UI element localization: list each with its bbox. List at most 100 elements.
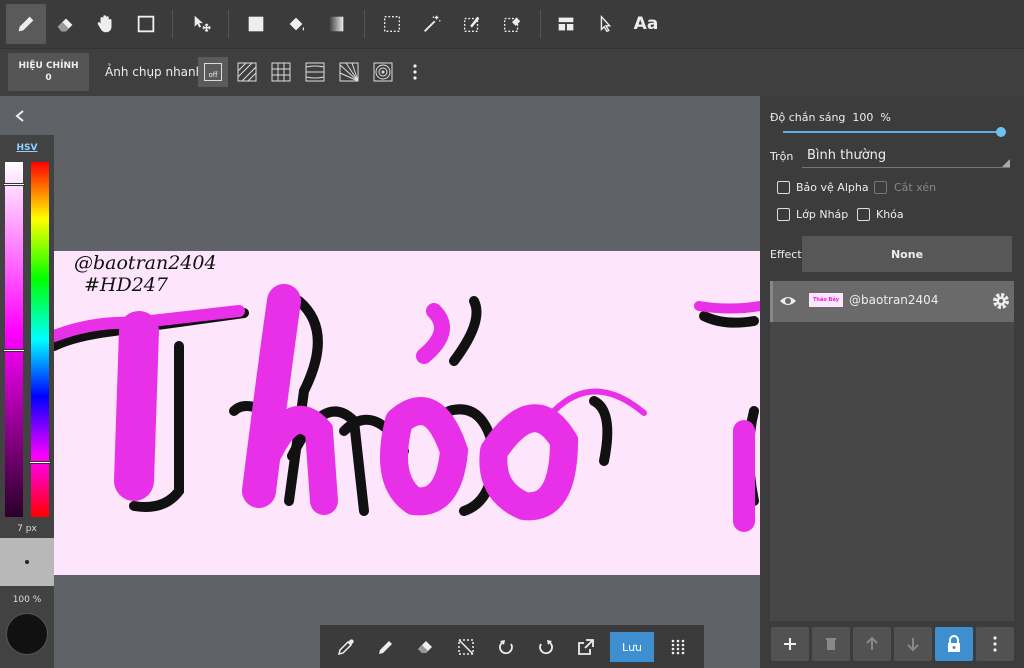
snap-grid-button[interactable]	[266, 57, 296, 87]
effect-button[interactable]: None	[802, 236, 1012, 272]
more-options-button[interactable]	[400, 57, 430, 87]
trash-icon	[826, 638, 836, 650]
saturation-slider[interactable]	[5, 162, 23, 517]
brush-size-label: 7 px	[17, 524, 37, 534]
redo-button[interactable]	[530, 631, 562, 663]
pen-tool-button[interactable]	[6, 4, 46, 44]
snap-circle-button[interactable]	[368, 57, 398, 87]
clipping-label: Cắt xén	[894, 181, 937, 194]
opacity-value: 100	[852, 111, 874, 124]
select-rect-tool-button[interactable]	[372, 4, 412, 44]
rectangle-tool-button[interactable]	[126, 4, 166, 44]
opacity-label: Độ chắn sáng	[770, 111, 846, 124]
opacity-row: Độ chắn sáng 100 %	[770, 111, 891, 124]
current-color-swatch[interactable]	[6, 613, 48, 655]
draft-layer-label: Lớp Nháp	[796, 208, 849, 221]
select-tool-button[interactable]	[586, 4, 626, 44]
export-button[interactable]	[570, 631, 602, 663]
collapse-panel-icon[interactable]	[10, 108, 30, 124]
hand-icon	[97, 15, 112, 33]
more-vertical-icon	[413, 64, 417, 80]
layer-tool-button[interactable]	[546, 4, 586, 44]
protect-alpha-checkbox[interactable]	[777, 181, 790, 194]
letter-stroke	[479, 404, 579, 521]
hue-marker[interactable]	[29, 461, 51, 464]
select-eraser-tool-button[interactable]	[492, 4, 532, 44]
parallel-lines-icon	[237, 62, 257, 82]
protect-alpha-label: Bảo vệ Alpha	[796, 181, 869, 194]
snapshot-label: Ảnh chụp nhanh	[105, 65, 204, 79]
move-layer-down-button[interactable]	[894, 627, 932, 661]
eraser-tool-button[interactable]	[46, 4, 86, 44]
paint-bucket-icon	[289, 17, 305, 31]
delete-layer-button[interactable]	[812, 627, 850, 661]
snap-off-button[interactable]: off	[198, 57, 228, 87]
lock-checkbox[interactable]	[857, 208, 870, 221]
layer-thumbnail: Thảo Bảy	[809, 293, 843, 307]
fill-color-tool-button[interactable]	[236, 4, 276, 44]
selection-pen-icon	[463, 16, 480, 33]
transform-tool-button[interactable]	[182, 4, 222, 44]
eye-icon[interactable]	[779, 293, 797, 309]
saturation-marker-top[interactable]	[3, 183, 25, 186]
deselect-icon	[458, 639, 474, 655]
add-layer-button[interactable]	[771, 627, 809, 661]
gradient-tool-button[interactable]	[316, 4, 356, 44]
signature-hashtag: #HD247	[84, 274, 169, 296]
deselect-button[interactable]	[450, 631, 482, 663]
tool-options-bar: HIỆU CHỈNH 0 Ảnh chụp nhanh off	[0, 48, 1024, 96]
letter-stroke	[114, 311, 159, 501]
hand-tool-button[interactable]	[86, 4, 126, 44]
opacity-slider[interactable]	[783, 131, 1001, 133]
undo-button[interactable]	[490, 631, 522, 663]
menu-grid-button[interactable]	[662, 631, 694, 663]
pencil-icon	[18, 16, 34, 32]
saturation-marker[interactable]	[3, 349, 25, 352]
eraser-icon	[418, 641, 432, 653]
artwork-canvas[interactable]: @baotran2404 #HD247	[54, 251, 760, 575]
snap-radial-button[interactable]	[334, 57, 364, 87]
horizontal-lines-icon	[305, 62, 325, 82]
undo-icon	[499, 640, 513, 655]
shadow-stroke	[449, 296, 482, 366]
layer-item[interactable]: Thảo Bảy @baotran2404	[770, 281, 1014, 322]
letter-stroke	[380, 397, 469, 516]
more-vertical-icon	[993, 636, 997, 652]
blend-underline	[802, 167, 1010, 168]
grid-icon	[271, 62, 291, 82]
lock-layer-button[interactable]	[935, 627, 973, 661]
snap-parallel-button[interactable]	[232, 57, 262, 87]
quick-pen-button[interactable]	[370, 631, 402, 663]
dashed-selection-icon	[383, 15, 401, 33]
magic-wand-tool-button[interactable]	[412, 4, 452, 44]
selection-eraser-icon	[503, 17, 521, 33]
layer-more-button[interactable]	[976, 627, 1014, 661]
toolbar-divider	[364, 10, 365, 38]
brush-size-preview[interactable]	[0, 538, 54, 586]
snap-off-icon: off	[204, 63, 222, 81]
quick-eraser-button[interactable]	[410, 631, 442, 663]
color-panel: HSV 7 px 100 %	[0, 135, 54, 668]
bucket-tool-button[interactable]	[276, 4, 316, 44]
effect-label: Effect	[770, 248, 802, 261]
adjust-button[interactable]: HIỆU CHỈNH 0	[8, 53, 89, 91]
snap-perspective-button[interactable]	[300, 57, 330, 87]
select-pen-tool-button[interactable]	[452, 4, 492, 44]
redo-icon	[539, 640, 553, 655]
blend-mode-select[interactable]: Bình thường	[807, 148, 886, 163]
lettering-artwork: @baotran2404 #HD247	[54, 252, 760, 532]
shadow-stroke	[589, 396, 613, 466]
radial-lines-icon	[339, 62, 359, 82]
move-layer-up-button[interactable]	[853, 627, 891, 661]
gear-icon[interactable]	[991, 291, 1011, 311]
clipping-checkbox[interactable]	[874, 181, 887, 194]
layout-icon	[558, 17, 574, 31]
color-mode-tab[interactable]: HSV	[0, 143, 54, 153]
save-button[interactable]: Lưu	[610, 632, 654, 662]
eyedropper-button[interactable]	[330, 631, 362, 663]
text-tool-button[interactable]: Aa	[626, 4, 666, 44]
layer-panel: Độ chắn sáng 100 % Trộn Bình thường Bảo …	[760, 96, 1024, 668]
draft-layer-checkbox[interactable]	[777, 208, 790, 221]
opacity-unit: %	[880, 111, 891, 124]
opacity-slider-thumb[interactable]	[996, 127, 1006, 137]
